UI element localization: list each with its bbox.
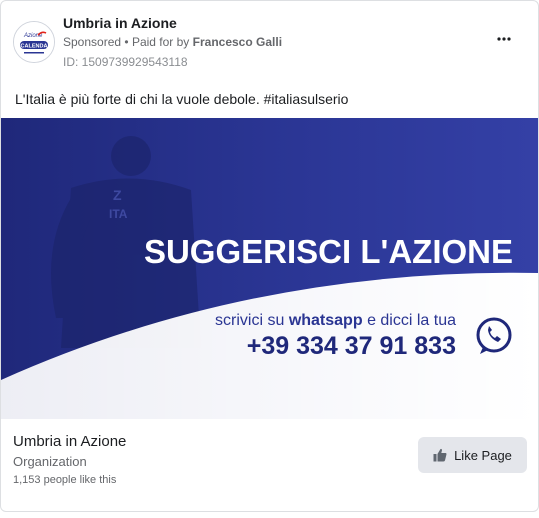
sponsored-meta: Sponsored • Paid for by Francesco Galli — [63, 35, 282, 49]
post-header: Azione CALENDA Umbria in Azione Sponsore… — [1, 1, 538, 81]
thumbs-up-icon — [433, 448, 447, 462]
sponsored-label: Sponsored — [63, 35, 122, 49]
like-page-button[interactable]: Like Page — [418, 437, 527, 473]
jersey-text: ITA — [109, 207, 128, 221]
logo-calenda-text: CALENDA — [21, 44, 48, 50]
footer-page-name[interactable]: Umbria in Azione — [13, 433, 126, 450]
paid-for-by-label: Paid for by — [131, 35, 190, 49]
phone-text: +39 334 37 91 833 — [247, 332, 456, 360]
post-caption: L'Italia è più forte di chi la vuole deb… — [15, 91, 349, 107]
payer-name: Francesco Galli — [192, 35, 283, 49]
page-name[interactable]: Umbria in Azione — [63, 15, 177, 31]
like-page-label: Like Page — [454, 447, 512, 463]
ad-card: Azione CALENDA Umbria in Azione Sponsore… — [0, 0, 539, 512]
page-avatar[interactable]: Azione CALENDA — [13, 21, 55, 63]
svg-text:Z: Z — [113, 187, 122, 203]
footer-likes-count: 1,153 people like this — [13, 474, 117, 486]
headline-text: SUGGERISCI L'AZIONE — [144, 233, 513, 270]
azione-logo: Azione CALENDA — [14, 22, 54, 62]
post-footer: Umbria in Azione Organization 1,153 peop… — [1, 419, 538, 511]
ad-creative-image[interactable]: Z ITA SUGGERISCI L'AZIONE scrivici su wh… — [1, 118, 538, 419]
more-horizontal-icon[interactable] — [494, 31, 514, 51]
footer-category: Organization — [13, 454, 87, 469]
ad-id: ID: 1509739929543118 — [63, 55, 188, 69]
meta-bullet: • — [124, 35, 129, 49]
line1-text: scrivici su whatsapp e dicci la tua — [215, 312, 456, 329]
